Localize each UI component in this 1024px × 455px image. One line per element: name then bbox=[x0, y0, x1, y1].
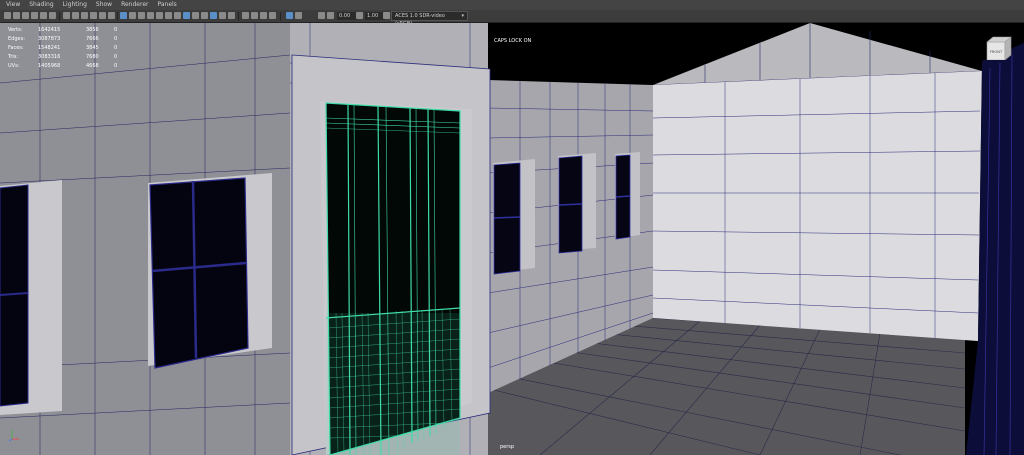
grid-icon[interactable] bbox=[63, 12, 70, 19]
resolution-gate-icon[interactable] bbox=[81, 12, 88, 19]
scene-render bbox=[0, 23, 1024, 455]
hud-toggle-icon[interactable] bbox=[269, 12, 276, 19]
isolate-select-icon[interactable] bbox=[242, 12, 249, 19]
use-all-lights-icon[interactable] bbox=[183, 12, 190, 19]
smooth-shade-icon[interactable] bbox=[129, 12, 136, 19]
chevron-down-icon: ▾ bbox=[461, 13, 464, 19]
view-transform-icon[interactable] bbox=[383, 12, 390, 19]
image-plane-icon[interactable] bbox=[31, 12, 38, 19]
field-chart-icon[interactable] bbox=[99, 12, 106, 19]
menu-lighting[interactable]: Lighting bbox=[63, 0, 87, 10]
camera-lock-icon[interactable] bbox=[260, 12, 267, 19]
xray-icon[interactable] bbox=[165, 12, 172, 19]
panel-menu-bar: View Shading Lighting Show Renderer Pane… bbox=[0, 0, 1024, 10]
gamma-reset-icon[interactable] bbox=[356, 12, 363, 19]
textured-icon[interactable] bbox=[147, 12, 154, 19]
menu-view[interactable]: View bbox=[6, 0, 20, 10]
2d-pan-zoom-icon[interactable] bbox=[40, 12, 47, 19]
xray-active-icon[interactable] bbox=[251, 12, 258, 19]
exposure-reset-icon[interactable] bbox=[327, 12, 334, 19]
gamma-field[interactable]: 1.00 bbox=[365, 12, 385, 20]
maya-viewport-window: View Shading Lighting Show Renderer Pane… bbox=[0, 0, 1024, 455]
depth-of-field-icon[interactable] bbox=[228, 12, 235, 19]
safe-action-icon[interactable] bbox=[108, 12, 115, 19]
xray-joints-icon[interactable] bbox=[174, 12, 181, 19]
bookmark-icon[interactable] bbox=[22, 12, 29, 19]
wireframe-icon[interactable] bbox=[120, 12, 127, 19]
multisample-aa-icon[interactable] bbox=[219, 12, 226, 19]
default-material-icon[interactable] bbox=[138, 12, 145, 19]
view-transform-value: ACES 1.0 SDR-video (sRGB) bbox=[395, 13, 445, 27]
color-management-icon[interactable] bbox=[318, 12, 325, 19]
gate-mask-icon[interactable] bbox=[90, 12, 97, 19]
exposure-icon[interactable] bbox=[286, 12, 293, 19]
camera-attributes-icon[interactable] bbox=[13, 12, 20, 19]
grease-pencil-icon[interactable] bbox=[49, 12, 56, 19]
motion-blur-icon[interactable] bbox=[210, 12, 217, 19]
shadows-icon[interactable] bbox=[192, 12, 199, 19]
gamma-icon[interactable] bbox=[295, 12, 302, 19]
exposure-field[interactable]: 0.00 bbox=[337, 12, 357, 20]
select-camera-icon[interactable] bbox=[4, 12, 11, 19]
menu-panels[interactable]: Panels bbox=[157, 0, 176, 10]
3d-viewport[interactable]: Verts: 1642415 3856 0 Edges: 3087873 766… bbox=[0, 23, 1024, 455]
screen-space-ao-icon[interactable] bbox=[201, 12, 208, 19]
view-transform-dropdown[interactable]: ACES 1.0 SDR-video (sRGB) ▾ bbox=[391, 11, 468, 27]
menu-show[interactable]: Show bbox=[96, 0, 112, 10]
film-gate-icon[interactable] bbox=[72, 12, 79, 19]
panel-toolbar: 0.00 1.00 ACES 1.0 SDR-video (sRGB) ▾ bbox=[0, 10, 1024, 27]
menu-renderer[interactable]: Renderer bbox=[121, 0, 148, 10]
wireframe-on-shaded-icon[interactable] bbox=[156, 12, 163, 19]
menu-shading[interactable]: Shading bbox=[29, 0, 53, 10]
